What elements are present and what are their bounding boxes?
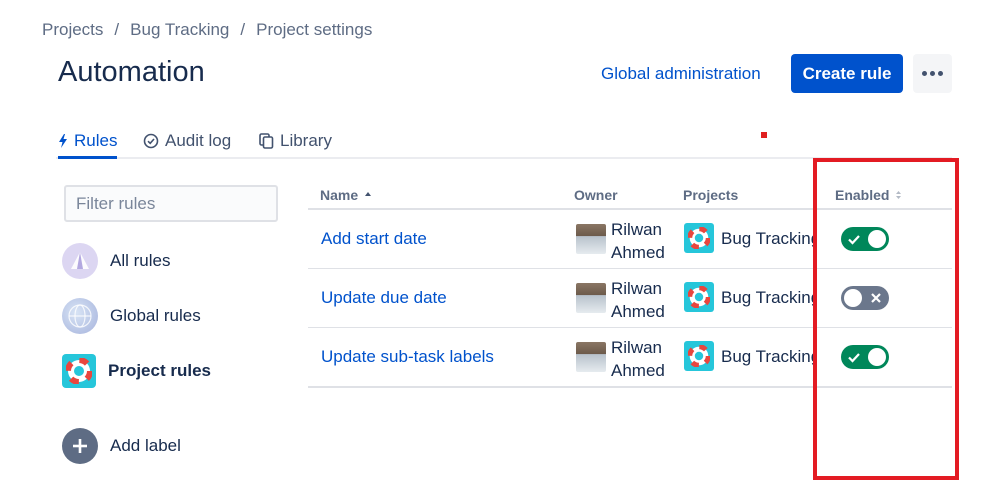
table-row: Update sub-task labels Rilwan Ahmed Bug …: [308, 328, 952, 388]
tab-rules-label: Rules: [74, 130, 118, 150]
breadcrumb-separator: /: [114, 20, 120, 39]
plus-icon: [62, 428, 98, 464]
all-rules-icon: [62, 243, 98, 279]
toggle-knob: [844, 289, 862, 307]
avatar: [576, 224, 606, 254]
copy-icon: [259, 132, 274, 149]
add-label-button[interactable]: Add label: [62, 428, 181, 464]
breadcrumb-separator: /: [240, 20, 246, 39]
rule-name-link[interactable]: Add start date: [321, 229, 427, 249]
filter-rules-input[interactable]: [64, 185, 278, 222]
project-lifebuoy-icon: [684, 341, 714, 371]
check-circle-icon: [143, 133, 159, 148]
tab-audit-log[interactable]: Audit log: [143, 126, 231, 155]
breadcrumb-projects[interactable]: Projects: [42, 20, 103, 39]
tab-rules[interactable]: Rules: [58, 126, 118, 159]
column-header-name[interactable]: Name: [320, 187, 372, 203]
sort-icon: [896, 191, 902, 199]
more-horizontal-icon-dot: [938, 71, 943, 76]
check-icon: [848, 353, 860, 363]
sidebar-item-label: All rules: [110, 251, 171, 270]
page-title: Automation: [58, 56, 205, 88]
owner-name: Rilwan Ahmed: [611, 220, 665, 262]
tab-audit-log-label: Audit log: [165, 130, 232, 150]
column-header-label: Enabled: [835, 187, 890, 203]
sidebar-item-global-rules[interactable]: Global rules: [62, 298, 201, 334]
project-lifebuoy-icon: [684, 282, 714, 312]
toggle-knob: [868, 230, 886, 248]
avatar: [576, 342, 606, 372]
avatar: [576, 283, 606, 313]
rule-name-link[interactable]: Update sub-task labels: [321, 347, 494, 367]
more-horizontal-icon-dot: [930, 71, 935, 76]
more-horizontal-icon: [922, 71, 927, 76]
project-name: Bug Tracking: [721, 229, 813, 248]
sidebar-item-all-rules[interactable]: All rules: [62, 243, 170, 279]
table-row: Update due date Rilwan Ahmed Bug Trackin…: [308, 269, 952, 328]
column-header-label: Name: [320, 187, 359, 203]
breadcrumb: Projects / Bug Tracking / Project settings: [42, 20, 372, 40]
toggle-knob: [868, 348, 886, 366]
rule-name-link[interactable]: Update due date: [321, 288, 447, 308]
owner-name: Rilwan Ahmed: [611, 279, 665, 321]
annotation-dot: [761, 132, 767, 138]
enabled-toggle[interactable]: [841, 286, 889, 310]
enabled-toggle[interactable]: [841, 345, 889, 369]
sidebar-item-project-rules[interactable]: Project rules: [62, 353, 211, 389]
globe-icon: [62, 298, 98, 334]
check-icon: [848, 235, 860, 245]
project-lifebuoy-icon: [62, 354, 96, 388]
close-icon: [871, 293, 881, 303]
owner-name: Rilwan Ahmed: [611, 338, 665, 380]
breadcrumb-bug-tracking[interactable]: Bug Tracking: [130, 20, 229, 39]
enabled-toggle[interactable]: [841, 227, 889, 251]
add-label-text: Add label: [110, 436, 181, 455]
project-name: Bug Tracking: [721, 347, 813, 366]
tabs-bar: Rules Audit log Library: [56, 126, 952, 159]
sidebar-item-label: Global rules: [110, 306, 201, 325]
column-header-owner: Owner: [574, 187, 618, 203]
table-row: Add start date Rilwan Ahmed Bug Tracking: [308, 210, 952, 269]
breadcrumb-project-settings[interactable]: Project settings: [256, 20, 372, 39]
more-actions-button[interactable]: [913, 54, 952, 93]
column-header-projects: Projects: [683, 187, 739, 203]
project-lifebuoy-icon: [684, 223, 714, 253]
sidebar-item-label: Project rules: [108, 361, 211, 380]
create-rule-button[interactable]: Create rule: [791, 54, 903, 93]
column-header-enabled[interactable]: Enabled: [835, 187, 902, 203]
lightning-icon: [59, 133, 67, 148]
global-administration-link[interactable]: Global administration: [601, 64, 761, 84]
sort-ascending-icon: [365, 192, 372, 196]
project-name: Bug Tracking: [721, 288, 813, 307]
tab-library-label: Library: [280, 130, 332, 150]
tab-library[interactable]: Library: [259, 126, 332, 155]
